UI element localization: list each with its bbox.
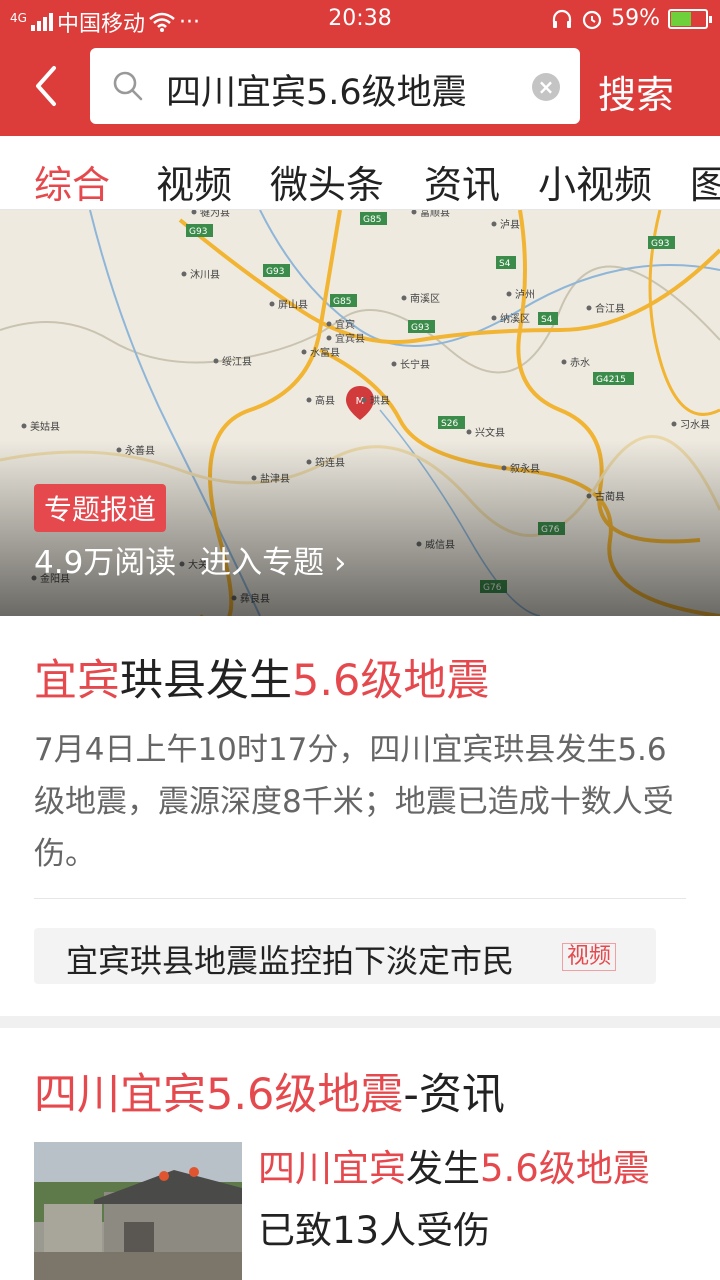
status-bar: 4G 中国移动 ··· 20:38 59% [0,0,720,38]
battery-icon [668,8,712,29]
map-place-label: 纳溪区 [500,312,530,325]
news-thumbnail[interactable] [34,1142,242,1280]
map-place-label: 珙县 [370,395,390,407]
map-place-label: 合江县 [595,302,625,315]
title-part: 5.6级地震 [292,656,490,706]
section-title[interactable]: 四川宜宾5.6级地震-资讯 [34,1060,505,1122]
road-label: S4 [541,315,553,325]
map-place-label: 犍为县 [200,210,230,219]
map-place-label: 水富县 [310,346,340,359]
title-part: 四川宜宾5.6级地震 [34,1070,404,1120]
title-part: -资讯 [403,1070,505,1120]
battery-percent: 59% [611,6,660,31]
section-gap [0,1016,720,1028]
alarm-icon [582,10,602,29]
place-dot [361,397,367,403]
road-label: S4 [499,259,511,269]
title-part: 发生 [406,1147,480,1190]
place-dot [306,397,312,403]
search-icon [113,71,143,101]
place-dot [301,349,307,355]
place-dot [411,210,417,215]
map-place-label: 美姑县 [30,420,60,433]
tab-images[interactable]: 图 [690,154,720,209]
search-input[interactable]: 四川宜宾5.6级地震 [166,64,467,115]
title-part: 5.6级地震 [480,1147,650,1190]
tab-short-video[interactable]: 小视频 [538,154,652,209]
article-summary: 7月4日上午10时17分，四川宜宾珙县发生5.6级地震，震源深度8千米；地震已造… [34,732,674,872]
topic-map-card[interactable]: M 犍为县 富顺县 泸县 沐川县 泸州 合江县 屏山县 宜宾 南溪区 宜宾县 纳溪区 绥江县 水富县 长宁… [0,210,720,616]
map-place-label: 泸州 [515,289,535,301]
related-title: 宜宾珙县地震监控拍下淡定市民 [66,942,515,980]
road-label: G4215 [596,375,626,385]
place-dot [401,295,407,301]
map-place-label: 宜宾县 [335,332,365,345]
category-tabs: 综合 视频 微头条 资讯 小视频 图 [0,136,720,210]
topic-badge: 专题报道 [34,484,167,532]
title-part: 宜宾 [34,656,120,706]
related-video-link[interactable]: 宜宾珙县地震监控拍下淡定市民 视频 [34,928,656,984]
title-part: 珙县发生 [120,656,292,706]
title-part: 已致13人受伤 [258,1209,491,1252]
tab-video[interactable]: 视频 [156,154,232,209]
map-place-label: 习水县 [680,419,710,431]
place-dot [586,305,592,311]
place-dot [191,210,197,215]
article-title[interactable]: 宜宾珙县发生5.6级地震 [34,646,489,708]
tab-comprehensive[interactable]: 综合 [34,154,110,209]
place-dot [391,361,397,367]
map-place-label: 富顺县 [420,210,450,219]
road-label: G93 [189,227,207,237]
road-label: G85 [333,297,351,307]
divider [34,898,686,899]
map-place-label: 兴文县 [475,426,505,439]
news-title[interactable]: 四川宜宾发生5.6级地震已致13人受伤 [258,1138,698,1262]
place-dot [466,429,472,435]
place-dot [326,321,332,327]
tab-micro-headline[interactable]: 微头条 [270,154,384,209]
place-dot [269,301,275,307]
place-dot [491,221,497,227]
place-dot [326,335,332,341]
topic-meta: 4.9万阅读 进入专题 › [34,537,346,582]
place-dot [181,271,187,277]
enter-topic-link[interactable]: 进入专题 › [200,545,346,581]
road-label: G93 [266,267,284,277]
battery-fill [671,11,692,26]
map-place-label: 屏山县 [278,299,308,311]
map-place-label: 高县 [315,394,335,407]
road-label: G93 [411,323,429,333]
clear-icon[interactable]: × [532,73,560,101]
map-place-label: 宜宾 [335,318,355,331]
place-dot [491,315,497,321]
place-dot [561,359,567,365]
road-label: S26 [441,419,458,429]
place-dot [213,358,219,364]
road-label: G85 [363,215,381,225]
search-button[interactable]: 搜索 [598,64,674,119]
map-place-label: 南溪区 [410,292,440,305]
chevron-left-icon[interactable] [30,64,70,108]
place-dot [21,423,27,429]
map-place-label: 泸县 [500,219,520,231]
place-dot [671,421,677,427]
app-header: 4G 中国移动 ··· 20:38 59% 四川宜宾5.6级地震 × 搜索 [0,0,720,136]
place-dot [506,291,512,297]
map-place-label: 赤水 [570,357,590,369]
headset-icon [552,9,572,28]
map-place-label: 绥江县 [222,356,252,368]
tab-news[interactable]: 资讯 [424,154,500,209]
map-place-label: 沐川县 [190,268,220,281]
map-place-label: 长宁县 [400,358,430,371]
road-label: G93 [651,239,669,249]
title-part: 四川宜宾 [258,1147,406,1190]
read-count: 4.9万阅读 [34,545,177,581]
video-tag: 视频 [562,943,617,971]
search-field[interactable]: 四川宜宾5.6级地震 × [90,48,580,124]
